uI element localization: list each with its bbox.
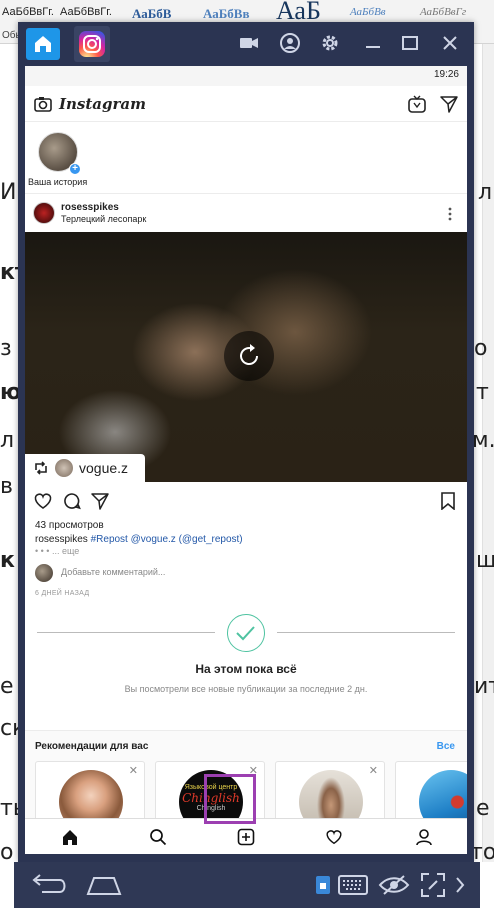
emulator-system-bar bbox=[14, 862, 480, 908]
home-icon bbox=[35, 36, 51, 52]
doc-fragment: о bbox=[474, 336, 488, 361]
account-icon[interactable] bbox=[279, 32, 301, 54]
style-subtle-emphasis[interactable]: АаБбВвГг bbox=[420, 6, 466, 18]
post-header: rosesspikes Терлецкий лесопарк bbox=[25, 196, 467, 232]
home-icon[interactable] bbox=[61, 828, 79, 846]
tab-home[interactable] bbox=[26, 28, 60, 60]
view-count[interactable]: 43 просмотров bbox=[35, 520, 104, 531]
post-actions bbox=[25, 484, 467, 518]
all-caught-up: На этом пока всё Вы посмотрели все новые… bbox=[25, 606, 467, 724]
style-subtitle[interactable]: АаБбВв bbox=[350, 6, 386, 18]
close-icon[interactable] bbox=[439, 32, 461, 54]
doc-fragment: м. bbox=[472, 428, 494, 453]
doc-fragment: щ bbox=[476, 548, 494, 573]
gear-icon[interactable] bbox=[319, 32, 341, 54]
minimize-icon[interactable] bbox=[362, 32, 384, 54]
repost-credit[interactable]: vogue.z bbox=[25, 454, 145, 482]
video-record-icon[interactable] bbox=[238, 32, 260, 54]
doc-fragment: о bbox=[0, 840, 14, 865]
clock: 19:26 bbox=[433, 69, 459, 80]
doc-fragment: е bbox=[0, 674, 14, 699]
doc-scrollbar[interactable] bbox=[482, 44, 494, 862]
doc-fragment: И bbox=[0, 180, 17, 205]
doc-fragment: е bbox=[476, 796, 490, 821]
new-post-icon[interactable] bbox=[237, 828, 255, 846]
profile-icon[interactable] bbox=[415, 828, 433, 846]
more-options-icon[interactable] bbox=[447, 206, 453, 222]
add-comment-row[interactable]: Добавьте комментарий... bbox=[25, 560, 467, 586]
caught-up-subtitle: Вы посмотрели все новые публикации за по… bbox=[124, 684, 368, 694]
post-location[interactable]: Терлецкий лесопарк bbox=[61, 214, 146, 224]
share-icon[interactable] bbox=[91, 492, 109, 510]
see-all-link[interactable]: Все bbox=[437, 741, 455, 752]
repost-icon bbox=[35, 461, 47, 475]
igtv-icon[interactable] bbox=[408, 95, 426, 113]
home-button-icon[interactable] bbox=[84, 872, 124, 898]
check-icon bbox=[227, 614, 265, 652]
dismiss-icon[interactable]: ✕ bbox=[369, 764, 378, 777]
post-video[interactable]: vogue.z bbox=[25, 232, 467, 482]
direct-icon[interactable] bbox=[440, 95, 458, 113]
post-timestamp: 6 ДНЕЙ НАЗАД bbox=[35, 590, 90, 597]
tab-instagram[interactable] bbox=[74, 26, 110, 62]
caption-text[interactable]: #Repost @vogue.z (@get_repost) bbox=[91, 534, 243, 545]
instagram-icon bbox=[79, 31, 105, 57]
post-author-name[interactable]: rosesspikes bbox=[61, 202, 119, 213]
emulator-toolbar bbox=[18, 22, 474, 64]
search-icon[interactable] bbox=[149, 828, 167, 846]
instagram-wordmark: Instagram bbox=[59, 95, 146, 113]
replay-button[interactable] bbox=[224, 331, 274, 381]
commenter-avatar bbox=[35, 564, 53, 582]
divider-right bbox=[277, 632, 455, 633]
recommendations-title: Рекомендации для вас bbox=[35, 741, 149, 752]
style-heading-2[interactable]: АаБбВв bbox=[203, 6, 250, 22]
add-story-icon[interactable]: + bbox=[69, 163, 81, 175]
doc-fragment: т bbox=[476, 380, 489, 405]
comment-placeholder[interactable]: Добавьте комментарий... bbox=[61, 567, 165, 577]
keyboard-icon[interactable] bbox=[338, 874, 368, 896]
style-normal[interactable]: АаБбВвГг. bbox=[2, 6, 54, 18]
doc-fragment: к bbox=[0, 548, 15, 573]
repost-avatar bbox=[55, 459, 73, 477]
instagram-header: Instagram bbox=[25, 86, 467, 122]
doc-fragment: л bbox=[478, 180, 493, 205]
doc-fragment: л bbox=[0, 428, 15, 453]
maximize-icon[interactable] bbox=[399, 32, 421, 54]
replay-icon bbox=[240, 344, 258, 365]
like-icon[interactable] bbox=[33, 492, 53, 510]
chevron-right-icon[interactable] bbox=[454, 876, 466, 894]
doc-fragment: в bbox=[0, 474, 13, 499]
screen-root: АаБбВвГг. АаБбВвГг. АаБбВ АаБбВв АаБ АаБ… bbox=[0, 0, 494, 918]
post-author-avatar[interactable] bbox=[33, 202, 55, 224]
style-no-spacing[interactable]: АаБбВвГг. bbox=[60, 6, 112, 18]
activity-icon[interactable] bbox=[325, 828, 343, 846]
stories-tray: + Ваша история bbox=[25, 122, 467, 194]
eye-icon[interactable] bbox=[378, 874, 410, 896]
comment-icon[interactable] bbox=[63, 492, 81, 510]
camera-icon[interactable] bbox=[34, 96, 52, 112]
back-icon[interactable] bbox=[28, 872, 68, 898]
status-bar: 19:26 bbox=[25, 66, 467, 86]
divider-left bbox=[37, 632, 215, 633]
fullscreen-icon[interactable] bbox=[420, 872, 446, 898]
caption-more-link[interactable]: • • • ... еще bbox=[35, 546, 79, 556]
doc-fragment: ит bbox=[474, 674, 494, 699]
new-post-highlight bbox=[204, 774, 256, 824]
dismiss-icon[interactable]: ✕ bbox=[129, 764, 138, 777]
post-caption: rosesspikes #Repost @vogue.z (@get_repos… bbox=[35, 534, 243, 545]
style-heading-1[interactable]: АаБбВ bbox=[132, 6, 171, 22]
caught-up-title: На этом пока всё bbox=[195, 662, 297, 676]
doc-fragment: з bbox=[0, 336, 12, 361]
emulator-window: 19:26 Instagram + Ваша история rosesspik… bbox=[18, 22, 474, 862]
caption-author[interactable]: rosesspikes bbox=[35, 534, 88, 545]
repost-username: vogue.z bbox=[79, 460, 129, 476]
own-story-label: Ваша история bbox=[28, 177, 88, 187]
lock-icon[interactable] bbox=[314, 874, 332, 896]
save-icon[interactable] bbox=[441, 492, 455, 510]
instagram-screen: 19:26 Instagram + Ваша история rosesspik… bbox=[25, 66, 467, 854]
